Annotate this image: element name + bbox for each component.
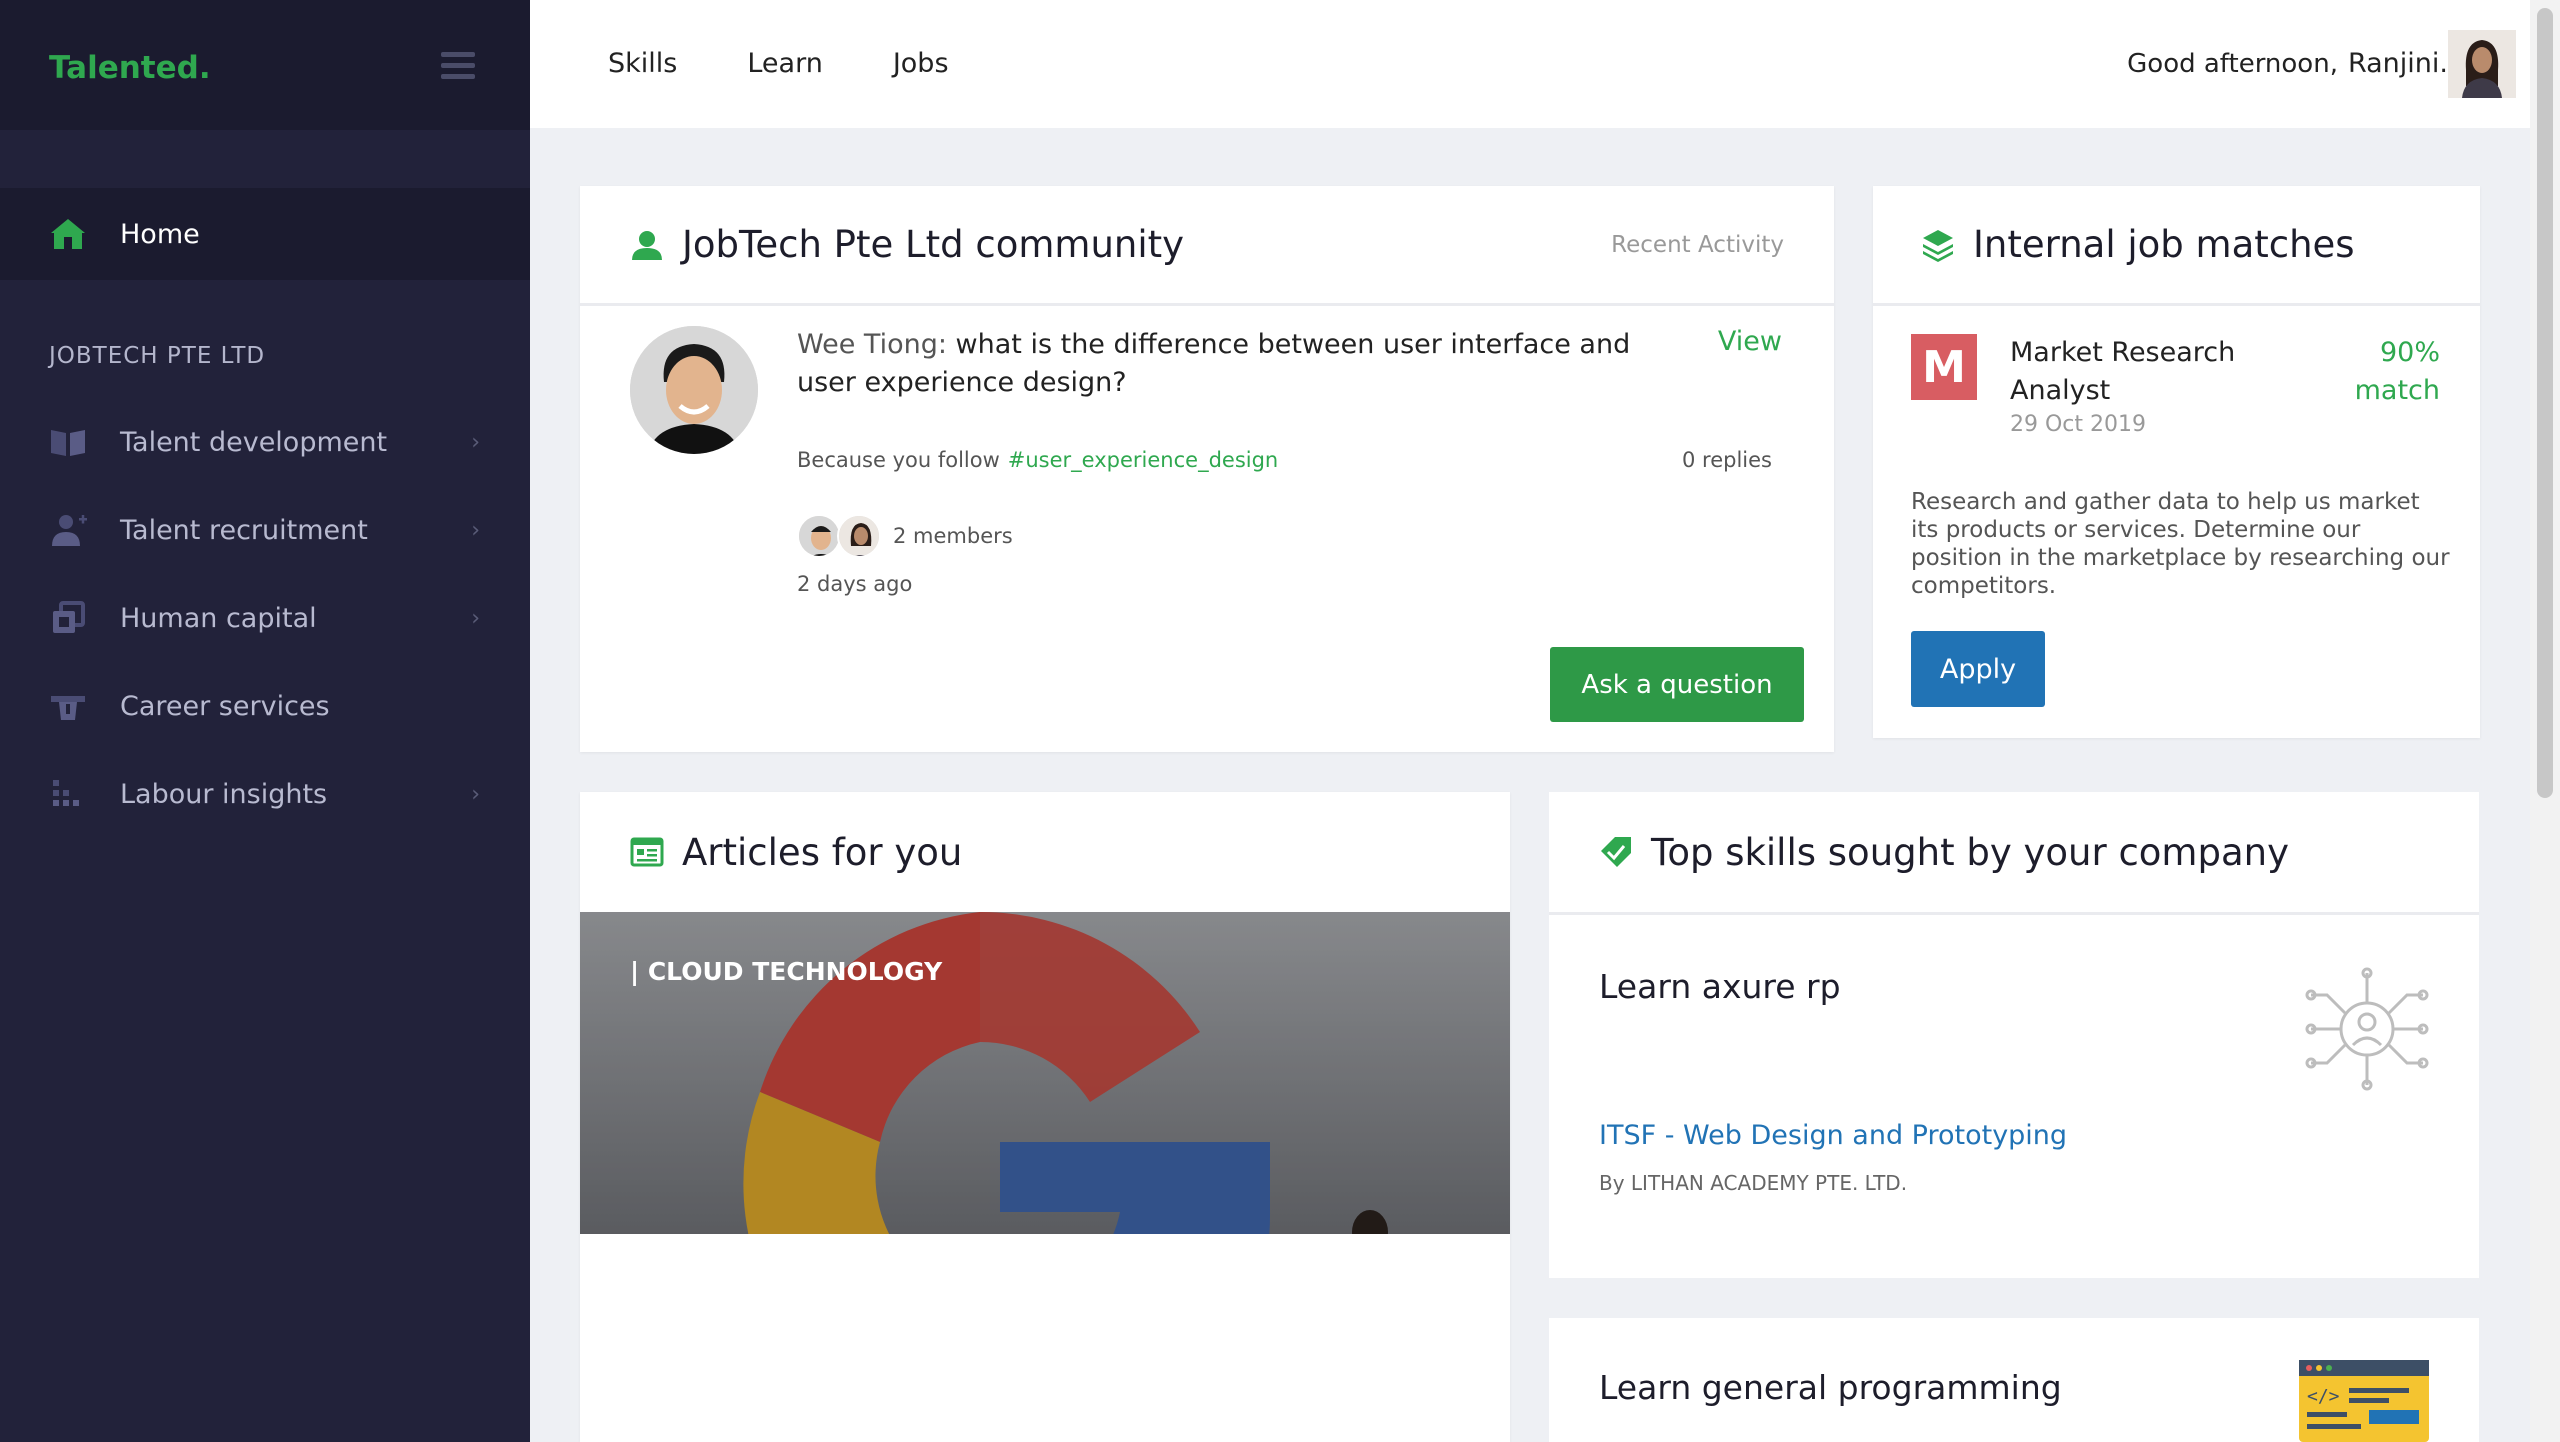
user-icon <box>632 230 662 260</box>
sidebar: Talented. Home JOBTECH PTE LTD Talent de… <box>0 0 530 1442</box>
layers-icon <box>1923 229 1953 262</box>
skills-header: Top skills sought by your company <box>1549 792 2479 912</box>
match-label: match <box>2354 375 2440 406</box>
sidebar-item-label: Home <box>120 218 200 250</box>
job-matches-title: Internal job matches <box>1973 223 2355 266</box>
topnav-learn[interactable]: Learn <box>747 48 822 79</box>
scrollbar-thumb[interactable] <box>2537 8 2553 798</box>
tag-check-icon <box>1601 837 1631 867</box>
sidebar-item-career-services[interactable]: Career services <box>0 676 530 736</box>
topnav-jobs[interactable]: Jobs <box>893 48 949 79</box>
page-scrollbar[interactable] <box>2530 0 2560 1442</box>
user-name[interactable]: Ranjini. <box>2348 48 2448 79</box>
course-link[interactable]: ITSF - Web Design and Prototyping <box>1599 1120 2067 1151</box>
articles-title: Articles for you <box>682 830 963 874</box>
follow-reason: Because you follow #user_experience_desig… <box>797 448 1278 472</box>
sidebar-item-talent-recruitment[interactable]: Talent recruitment › <box>0 500 530 560</box>
sidebar-item-home[interactable]: Home <box>0 188 530 280</box>
sidebar-section-label: JOBTECH PTE LTD <box>49 343 266 369</box>
sidebar-item-label: Career services <box>120 690 330 722</box>
community-header: JobTech Pte Ltd community Recent Activit… <box>580 186 1834 306</box>
question-text[interactable]: Wee Tiong: what is the difference betwee… <box>797 326 1637 402</box>
top-nav: Skills Learn Jobs <box>608 48 949 79</box>
job-description: Research and gather data to help us mark… <box>1911 489 2450 599</box>
skills-title: Top skills sought by your company <box>1651 830 2289 874</box>
match-percent: 90% <box>2379 337 2440 368</box>
circuit-person-icon <box>2305 967 2429 1091</box>
ask-question-button[interactable]: Ask a question <box>1550 647 1804 722</box>
recent-activity-link[interactable]: Recent Activity <box>1611 232 1784 258</box>
skill-title[interactable]: Learn general programming <box>1599 1368 2062 1407</box>
avatar[interactable] <box>797 514 841 558</box>
follow-tag[interactable]: #user_experience_design <box>1008 448 1278 472</box>
job-matches-header: Internal job matches <box>1873 186 2480 306</box>
sidebar-item-human-capital[interactable]: Human capital › <box>0 588 530 648</box>
question-author[interactable]: Wee Tiong: <box>797 329 947 360</box>
sidebar-item-labour-insights[interactable]: Labour insights › <box>0 764 530 824</box>
avatar[interactable] <box>630 326 758 454</box>
article-category: | CLOUD TECHNOLOGY <box>630 957 943 986</box>
job-matches-card: Internal job matches M Market Research A… <box>1873 186 2480 738</box>
skills-card: Top skills sought by your company Learn … <box>1549 792 2479 1442</box>
avatar[interactable] <box>2448 30 2516 98</box>
match-score: 90% match <box>2355 334 2440 410</box>
replies-count: 0 replies <box>1682 448 1772 472</box>
job-title[interactable]: Market Research Analyst <box>2010 334 2270 410</box>
add-user-icon <box>52 515 87 546</box>
sidebar-header: Talented. <box>0 0 530 130</box>
article-card[interactable]: | CLOUD TECHNOLOGY <box>580 912 1510 1234</box>
articles-card: Articles for you | CLOUD TECHNOLOGY Goog <box>580 792 1510 1442</box>
topnav-skills[interactable]: Skills <box>608 48 677 79</box>
skill-card[interactable]: Learn axure rp ITSF - Web Design and Pro… <box>1549 912 2479 1278</box>
course-provider: By LITHAN ACADEMY PTE. LTD. <box>1599 1171 1908 1195</box>
timestamp: 2 days ago <box>797 572 913 596</box>
chevron-right-icon: › <box>471 517 480 543</box>
apply-button[interactable]: Apply <box>1911 631 2045 707</box>
articles-header: Articles for you <box>580 792 1510 912</box>
svg-text:</>: </> <box>2307 1386 2340 1407</box>
community-card: JobTech Pte Ltd community Recent Activit… <box>580 186 1834 752</box>
question-author-avatar <box>630 326 758 454</box>
chevron-right-icon: › <box>471 781 480 807</box>
company-logo: M <box>1911 334 1977 400</box>
view-question-link[interactable]: View <box>1718 326 1782 357</box>
app-logo[interactable]: Talented. <box>49 50 211 86</box>
copy-icon <box>53 601 85 633</box>
sidebar-item-talent-development[interactable]: Talent development › <box>0 412 530 472</box>
article-title[interactable]: Google makes moving data to its cloud ea… <box>630 1362 1450 1442</box>
members-row: 2 members <box>797 514 1013 558</box>
user-avatar-image <box>2448 30 2516 98</box>
menu-toggle-icon[interactable] <box>441 52 475 80</box>
sidebar-item-label: Talent recruitment <box>120 514 368 546</box>
home-icon <box>51 219 85 249</box>
user-greeting: Good afternoon, Ranjini. <box>2127 48 2448 79</box>
skill-card[interactable]: Learn general programming </> <box>1549 1318 2479 1442</box>
greeting-text: Good afternoon, <box>2127 49 2338 79</box>
bar-chart-icon <box>53 780 79 806</box>
avatar[interactable] <box>837 514 881 558</box>
news-icon <box>630 837 664 867</box>
sidebar-item-label: Human capital <box>120 602 317 634</box>
code-window-icon: </> <box>2299 1360 2429 1442</box>
chevron-right-icon: › <box>471 605 480 631</box>
graduation-cap-icon <box>51 696 85 720</box>
job-date: 29 Oct 2019 <box>2010 412 2147 437</box>
chevron-right-icon: › <box>471 429 480 455</box>
members-count: 2 members <box>893 524 1013 548</box>
skill-title[interactable]: Learn axure rp <box>1599 967 1841 1006</box>
community-title: JobTech Pte Ltd community <box>682 223 1185 266</box>
sidebar-item-label: Talent development <box>120 426 388 458</box>
book-icon <box>51 430 85 456</box>
top-bar: Skills Learn Jobs Good afternoon, Ranjini… <box>530 0 2530 128</box>
follow-prefix: Because you follow <box>797 448 1000 472</box>
sidebar-item-label: Labour insights <box>120 778 328 810</box>
